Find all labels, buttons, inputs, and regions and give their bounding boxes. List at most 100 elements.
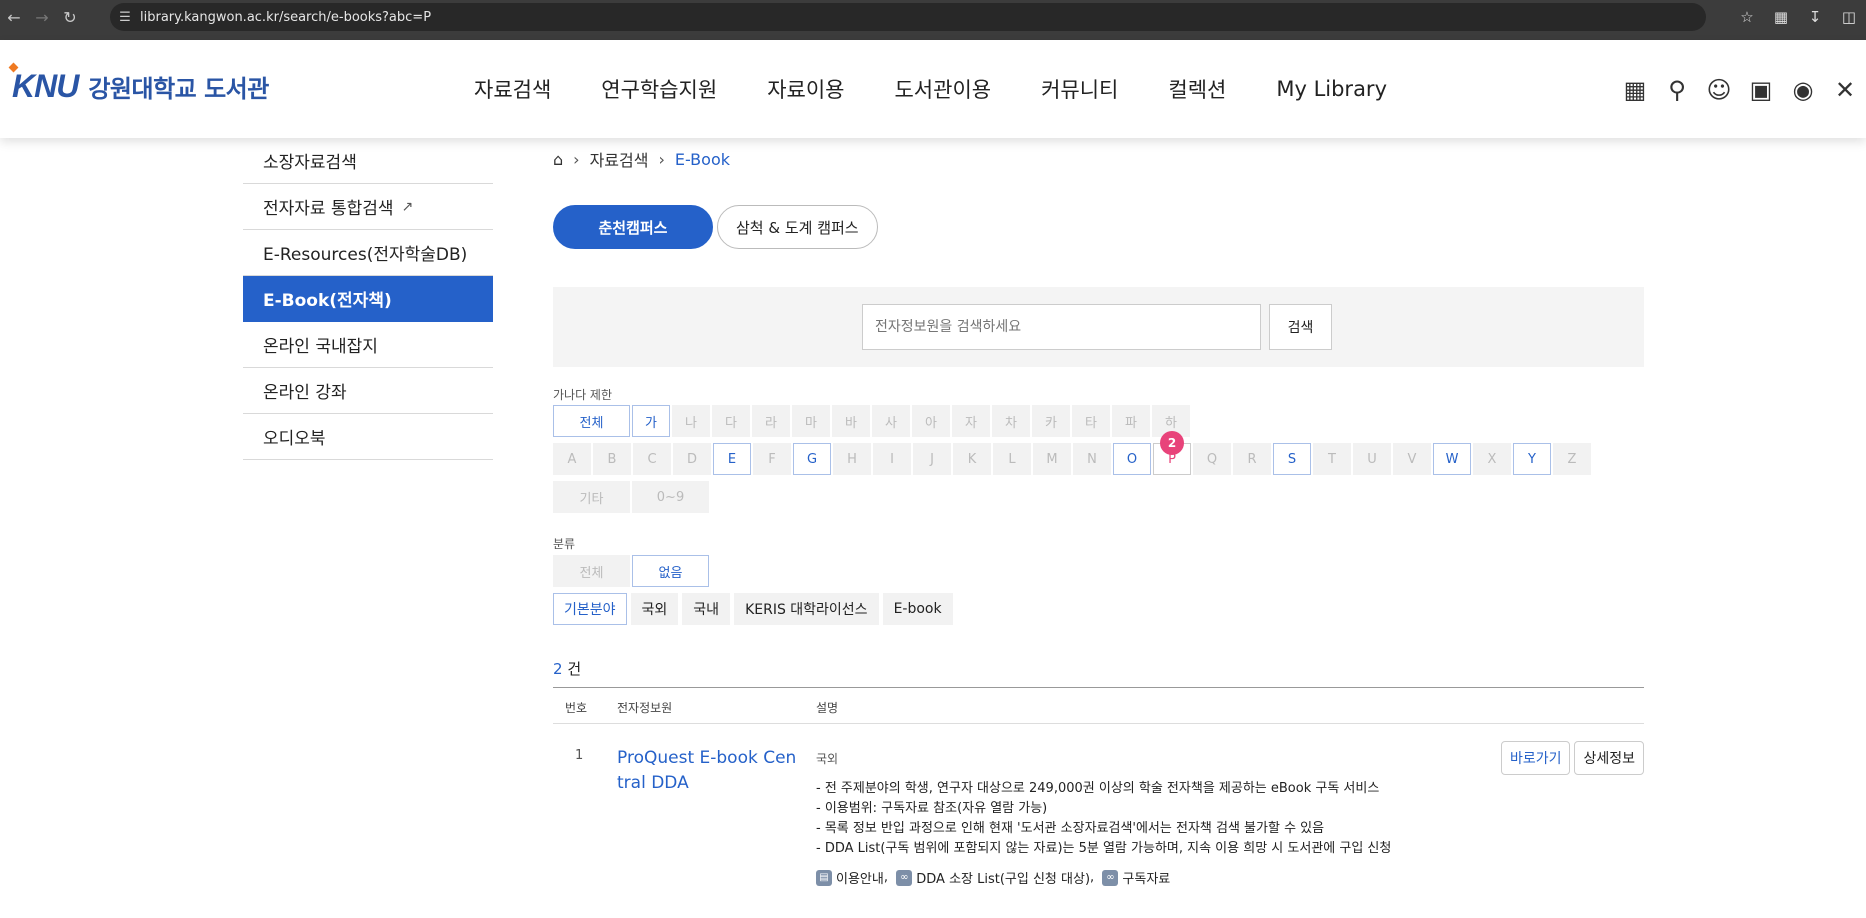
browser-toolbar: ← → ↻ ☰ library.kangwon.ac.kr/search/e-b… (0, 0, 1866, 34)
detail-button[interactable]: 상세정보 (1574, 741, 1644, 775)
forward-icon[interactable]: → (28, 0, 56, 34)
result-count: 2 건 (553, 658, 581, 679)
download-icon[interactable]: ↧ (1798, 8, 1832, 26)
search-input[interactable] (862, 304, 1261, 350)
table-header: 번호 전자정보원 설명 (553, 687, 1644, 724)
sitemap-grid-icon[interactable]: ▦ (1614, 76, 1656, 104)
description-line: - 전 주제분야의 학생, 연구자 대상으로 249,000권 이상의 학술 전… (816, 781, 1380, 796)
breadcrumb: ⌂ › 자료검색 › E-Book (553, 147, 730, 171)
filter-all[interactable]: 전체 (553, 405, 630, 437)
breadcrumb-level1[interactable]: 자료검색 (590, 147, 649, 171)
filter-letter-o[interactable]: O (1113, 443, 1151, 475)
attachment-icon: ∞ (896, 869, 913, 886)
reload-icon[interactable]: ↻ (56, 0, 84, 34)
filter-letter-m: M (1033, 443, 1071, 475)
resource-links: ▤ 이용안내, ∞ DDA 소장 List(구입 신청 대상), ∞ 구독자료 (816, 868, 1170, 887)
url-text[interactable]: library.kangwon.ac.kr/search/e-books?abc… (140, 10, 431, 25)
link-dda-list[interactable]: DDA 소장 List(구입 신청 대상) (916, 868, 1090, 887)
category-none[interactable]: 없음 (632, 555, 709, 587)
row-actions: 바로가기 상세정보 (1497, 741, 1644, 775)
filter-ja: 자 (952, 405, 990, 437)
filter-letter-x: X (1473, 443, 1511, 475)
filter-ka: 카 (1032, 405, 1070, 437)
lock-icon[interactable]: ▣ (1740, 76, 1782, 104)
nav-item-usage[interactable]: 자료이용 (767, 74, 844, 104)
link-separator: , (1090, 870, 1103, 885)
nav-item-search[interactable]: 자료검색 (474, 74, 551, 104)
filter-letter-p[interactable]: P2 (1153, 431, 1191, 475)
filter-letter-l: L (993, 443, 1031, 475)
sidebar-item-e-book[interactable]: E-Book(전자책) (243, 276, 493, 322)
nav-item-collection[interactable]: 컬렉션 (1168, 74, 1226, 104)
filter-letter-g[interactable]: G (793, 443, 831, 475)
filter-ga[interactable]: 가 (632, 405, 670, 437)
filter-letter-q: Q (1193, 443, 1231, 475)
resource-title-link[interactable]: ProQuest E-book Central DDA (617, 746, 797, 796)
sidebar-item-audiobook[interactable]: 오디오북 (243, 414, 493, 460)
filter-da: 다 (712, 405, 750, 437)
filter-cha: 차 (992, 405, 1030, 437)
sidebar-item-online-lectures[interactable]: 온라인 강좌 (243, 368, 493, 414)
library-logo[interactable]: KNU 강원대학교 도서관 (8, 62, 269, 105)
go-button[interactable]: 바로가기 (1500, 741, 1571, 775)
result-count-number: 2 (553, 660, 563, 678)
sidebar-item-online-magazines[interactable]: 온라인 국내잡지 (243, 322, 493, 368)
bookmark-star-icon[interactable]: ☆ (1730, 8, 1764, 26)
filter-pa: 파 (1112, 405, 1150, 437)
link-guide[interactable]: 이용안내 (836, 868, 884, 887)
count-badge: 2 (1160, 431, 1184, 455)
site-info-icon[interactable]: ☰ (110, 10, 140, 25)
filter-letter-z: Z (1553, 443, 1591, 475)
side-panel-icon[interactable]: ◫ (1832, 8, 1866, 26)
search-panel: 검색 (553, 287, 1644, 367)
category-ebook[interactable]: E-book (882, 593, 953, 625)
link-subscribed[interactable]: 구독자료 (1122, 868, 1170, 887)
address-bar[interactable]: ☰ library.kangwon.ac.kr/search/e-books?a… (110, 3, 1706, 31)
extensions-icon[interactable]: ▦ (1764, 8, 1798, 26)
sidebar-item-label: 온라인 강좌 (263, 383, 347, 403)
filter-ta: 타 (1072, 405, 1110, 437)
main-nav: 자료검색 연구학습지원 자료이용 도서관이용 커뮤니티 컬렉션 My Libra… (474, 40, 1437, 138)
search-button[interactable]: 검색 (1269, 304, 1332, 350)
filter-letter-y[interactable]: Y (1513, 443, 1551, 475)
home-icon[interactable]: ⌂ (553, 150, 563, 169)
filter-letter-s[interactable]: S (1273, 443, 1311, 475)
nav-item-research[interactable]: 연구학습지원 (601, 74, 717, 104)
category-basic[interactable]: 기본분야 (553, 593, 627, 625)
filter-letter-r: R (1233, 443, 1271, 475)
tab-samcheok-dogye[interactable]: 삼척 & 도계 캠퍼스 (717, 205, 878, 249)
filter-ba: 바 (832, 405, 870, 437)
campus-tabs: 춘천캠퍼스 삼척 & 도계 캠퍼스 (553, 205, 882, 249)
resource-description: - 전 주제분야의 학생, 연구자 대상으로 249,000권 이상의 학술 전… (816, 779, 1391, 859)
site-header: KNU 강원대학교 도서관 자료검색 연구학습지원 자료이용 도서관이용 커뮤니… (0, 40, 1866, 138)
filter-letter-e[interactable]: E (713, 443, 751, 475)
sidebar-item-label: E-Resources(전자학술DB) (263, 245, 468, 265)
filter-a: 아 (912, 405, 950, 437)
filter-letter-b: B (593, 443, 631, 475)
result-count-unit: 건 (562, 660, 582, 678)
sidebar-item-integrated-search[interactable]: 전자자료 통합검색 ↗ (243, 184, 493, 230)
back-icon[interactable]: ← (0, 0, 28, 34)
globe-icon[interactable]: ◉ (1782, 76, 1824, 104)
nav-item-community[interactable]: 커뮤니티 (1041, 74, 1118, 104)
tab-chuncheon[interactable]: 춘천캠퍼스 (553, 205, 713, 249)
filter-letter-w[interactable]: W (1433, 443, 1471, 475)
chevron-right-icon: › (573, 149, 580, 169)
filter-letter-h: H (833, 443, 871, 475)
column-no: 번호 (565, 701, 588, 715)
category-foreign[interactable]: 국외 (630, 593, 679, 625)
filter-letter-c: C (633, 443, 671, 475)
search-icon[interactable]: ⚲ (1656, 76, 1698, 104)
filter-letter-k: K (953, 443, 991, 475)
nav-item-my-library[interactable]: My Library (1276, 77, 1387, 101)
sidebar-item-e-resources[interactable]: E-Resources(전자학술DB) (243, 230, 493, 276)
category-keris[interactable]: KERIS 대학라이선스 (734, 593, 879, 625)
category-domestic[interactable]: 국내 (682, 593, 731, 625)
user-icon[interactable]: ☺ (1698, 76, 1740, 104)
close-icon[interactable]: ✕ (1824, 76, 1866, 104)
nav-item-library-use[interactable]: 도서관이용 (894, 74, 991, 104)
sidebar-item-holdings[interactable]: 소장자료검색 (243, 138, 493, 184)
sidebar-item-label: 오디오북 (263, 429, 326, 449)
description-line: - DDA List(구독 범위에 포함되지 않는 자료)는 5분 열람 가능하… (816, 841, 1392, 856)
filter-ra: 라 (752, 405, 790, 437)
